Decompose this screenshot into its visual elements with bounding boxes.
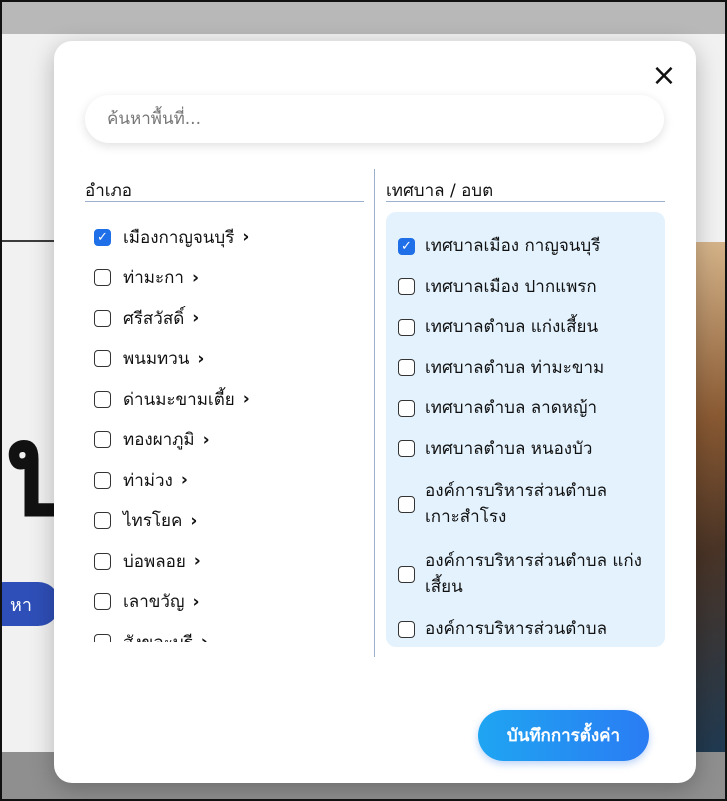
municipality-item-label: เทศบาลตำบล แก่งเสี้ยน xyxy=(425,317,599,338)
district-item-label: ท่ามะกา xyxy=(123,268,184,289)
municipality-column-header: เทศบาล / อบต xyxy=(386,177,665,202)
area-settings-modal: × อำเภอ เทศบาล / อบต เมืองกาญจนบุรี›ท่าม… xyxy=(54,41,696,783)
checkbox-icon[interactable] xyxy=(398,318,415,336)
background-photo xyxy=(692,242,725,752)
close-icon[interactable]: × xyxy=(649,61,679,91)
municipality-item[interactable]: องค์การบริหารส่วนตำบล xyxy=(398,609,665,647)
district-item-label: พนมทวน xyxy=(123,349,190,370)
district-item-label: สังขละบุรี xyxy=(123,629,193,642)
district-item[interactable]: บ่อพลอย › xyxy=(94,541,364,582)
chevron-right-icon: › xyxy=(197,348,205,369)
municipality-item[interactable]: องค์การบริหารส่วนตำบล แก่งเสี้ยน xyxy=(398,539,665,609)
search-container xyxy=(85,95,664,143)
checkbox-icon[interactable] xyxy=(398,359,415,377)
municipality-item-label: เทศบาลตำบล ลาดหญ้า xyxy=(425,398,598,419)
column-divider xyxy=(374,169,375,657)
municipality-panel: เทศบาลเมือง กาญจนบุรีเทศบาลเมือง ปากแพรก… xyxy=(386,212,665,647)
municipality-item-label: องค์การบริหารส่วนตำบล xyxy=(425,619,607,640)
municipality-item-label: เทศบาลเมือง ปากแพรก xyxy=(425,276,597,297)
municipality-item[interactable]: เทศบาลเมือง กาญจนบุรี xyxy=(398,226,665,267)
district-item-label: เมืองกาญจนบุรี xyxy=(123,227,235,248)
checkbox-icon[interactable] xyxy=(94,552,111,570)
checkbox-icon[interactable] xyxy=(398,278,415,296)
municipality-item-label: เทศบาลเมือง กาญจนบุรี xyxy=(425,236,601,257)
chevron-right-icon: › xyxy=(190,510,198,531)
district-item-label: เลาขวัญ xyxy=(123,592,185,613)
district-item-label: ท่าม่วง xyxy=(123,470,173,491)
district-item-label: ไทรโยค xyxy=(123,511,183,532)
checkbox-icon[interactable] xyxy=(94,309,111,327)
municipality-item[interactable]: เทศบาลตำบล แก่งเสี้ยน xyxy=(398,307,665,348)
checkbox-icon[interactable] xyxy=(94,633,111,642)
background-divider xyxy=(2,240,62,242)
district-list[interactable]: เมืองกาญจนบุรี›ท่ามะกา›ศรีสวัสดิ์›พนมทวน… xyxy=(94,217,364,642)
municipality-item[interactable]: เทศบาลตำบล ลาดหญ้า xyxy=(398,388,665,429)
checkbox-checked-icon[interactable] xyxy=(398,237,415,255)
screen-frame: บุ หา × อำเภอ เทศบาล / อบต เมืองกาญจนบุร… xyxy=(0,0,727,801)
chevron-right-icon: › xyxy=(193,551,201,572)
chevron-right-icon: › xyxy=(192,308,200,329)
district-item-label: ทองผาภูมิ xyxy=(123,430,195,451)
background-search-button: หา xyxy=(2,582,60,626)
district-item[interactable]: ศรีสวัสดิ์ › xyxy=(94,298,364,339)
checkbox-icon[interactable] xyxy=(398,440,415,458)
district-item[interactable]: ด่านมะขามเตี้ย › xyxy=(94,379,364,420)
municipality-item-label: เทศบาลตำบล หนองบัว xyxy=(425,438,593,459)
district-item-label: บ่อพลอย xyxy=(123,551,186,572)
chevron-right-icon: › xyxy=(242,389,250,410)
municipality-item-label: องค์การบริหารส่วนตำบล แก่งเสี้ยน xyxy=(425,551,642,597)
municipality-item[interactable]: เทศบาลตำบล ท่ามะขาม xyxy=(398,348,665,389)
checkbox-icon[interactable] xyxy=(94,593,111,611)
municipality-list[interactable]: เทศบาลเมือง กาญจนบุรีเทศบาลเมือง ปากแพรก… xyxy=(386,212,665,647)
checkbox-icon[interactable] xyxy=(94,350,111,368)
municipality-item-label: องค์การบริหารส่วนตำบล เกาะสำโรง xyxy=(425,481,607,527)
checkbox-icon[interactable] xyxy=(398,565,415,583)
chevron-right-icon: › xyxy=(242,227,250,248)
district-column-header: อำเภอ xyxy=(85,177,364,202)
chevron-right-icon: › xyxy=(201,632,208,642)
checkbox-icon[interactable] xyxy=(398,495,415,513)
district-item[interactable]: สังขละบุรี › xyxy=(94,622,364,642)
district-item[interactable]: ท่าม่วง › xyxy=(94,460,364,501)
chevron-right-icon: › xyxy=(202,429,210,450)
district-item[interactable]: ทองผาภูมิ › xyxy=(94,420,364,461)
background-topbar xyxy=(2,2,725,34)
chevron-right-icon: › xyxy=(192,591,200,612)
chevron-right-icon: › xyxy=(191,267,199,288)
checkbox-icon[interactable] xyxy=(94,269,111,287)
district-item[interactable]: ไทรโยค › xyxy=(94,501,364,542)
save-settings-button[interactable]: บันทึกการตั้งค่า xyxy=(478,710,649,761)
checkbox-icon[interactable] xyxy=(94,390,111,408)
district-item[interactable]: เลาขวัญ › xyxy=(94,582,364,623)
chevron-right-icon: › xyxy=(180,470,188,491)
search-input[interactable] xyxy=(85,95,664,143)
checkbox-icon[interactable] xyxy=(94,471,111,489)
district-item[interactable]: เมืองกาญจนบุรี › xyxy=(94,217,364,258)
district-item[interactable]: พนมทวน › xyxy=(94,339,364,380)
district-item-label: ศรีสวัสดิ์ xyxy=(123,308,185,329)
district-item-label: ด่านมะขามเตี้ย xyxy=(123,389,235,410)
municipality-item[interactable]: องค์การบริหารส่วนตำบล เกาะสำโรง xyxy=(398,469,665,539)
checkbox-icon[interactable] xyxy=(398,399,415,417)
checkbox-icon[interactable] xyxy=(94,431,111,449)
checkbox-icon[interactable] xyxy=(94,512,111,530)
municipality-item-label: เทศบาลตำบล ท่ามะขาม xyxy=(425,357,605,378)
municipality-item[interactable]: เทศบาลเมือง ปากแพรก xyxy=(398,267,665,308)
municipality-item[interactable]: เทศบาลตำบล หนองบัว xyxy=(398,429,665,470)
checkbox-checked-icon[interactable] xyxy=(94,228,111,246)
district-item[interactable]: ท่ามะกา › xyxy=(94,258,364,299)
checkbox-icon[interactable] xyxy=(398,620,415,638)
